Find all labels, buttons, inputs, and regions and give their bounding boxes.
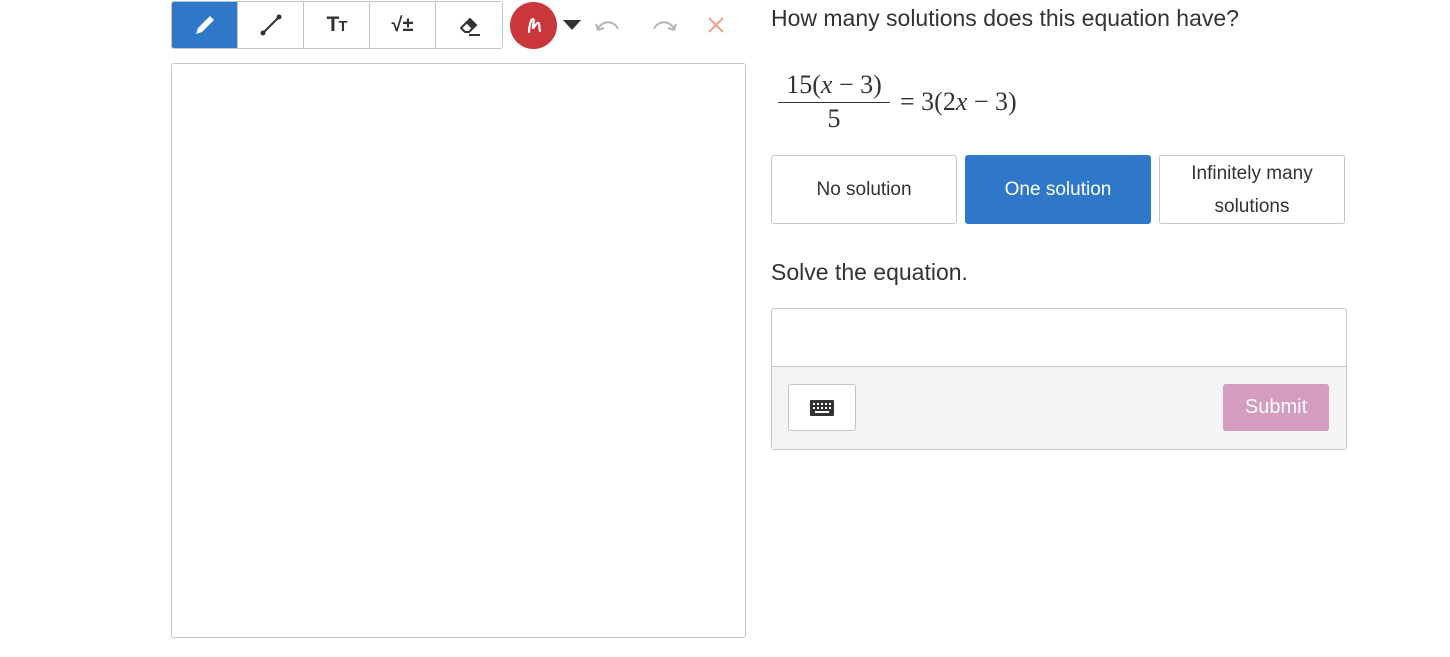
redo-icon [653, 21, 677, 32]
squiggle-icon [527, 17, 541, 34]
equation: 15(x − 3) 5 = 3(2x − 3) [778, 70, 1017, 133]
undo-button[interactable] [594, 15, 622, 35]
equation-rhs: = 3(2x − 3) [900, 86, 1017, 116]
tool-group: TT √± [171, 1, 503, 49]
undo-icon [595, 21, 619, 32]
answer-input[interactable] [772, 309, 1346, 366]
drawing-canvas[interactable] [171, 63, 746, 638]
answer-box: Submit [771, 308, 1347, 450]
redo-button[interactable] [650, 15, 678, 35]
chevron-down-icon[interactable] [563, 20, 581, 30]
drawing-toolbar: TT √± [171, 1, 726, 49]
equation-numerator: 15(x − 3) [786, 70, 882, 99]
equation-denominator: 5 [778, 102, 890, 133]
clear-button[interactable] [706, 15, 726, 35]
math-tool-button[interactable]: √± [370, 2, 436, 48]
pen-color-button[interactable] [510, 1, 557, 49]
submit-button[interactable]: Submit [1223, 384, 1329, 431]
line-icon [260, 14, 281, 36]
choice-no-solution[interactable]: No solution [771, 155, 957, 224]
pencil-icon [195, 16, 214, 34]
answer-input-wrapper [772, 309, 1346, 367]
text-tool-button[interactable]: TT [304, 2, 370, 48]
math-icon: √± [391, 13, 414, 36]
text-size-icon: TT [326, 13, 348, 36]
choice-infinitely-many-label: Infinitely many solutions [1191, 162, 1313, 217]
keyboard-icon [810, 399, 834, 416]
choice-infinitely-many[interactable]: Infinitely many solutions [1159, 155, 1345, 224]
eraser-tool-button[interactable] [436, 2, 502, 48]
close-icon [708, 17, 724, 33]
pencil-tool-button[interactable] [172, 2, 238, 48]
eraser-icon [459, 17, 480, 36]
answer-choices: No solution One solution Infinitely many… [771, 155, 1345, 224]
line-tool-button[interactable] [238, 2, 304, 48]
keyboard-button[interactable] [788, 384, 856, 431]
answer-footer: Submit [772, 367, 1346, 449]
question-text: How many solutions does this equation ha… [771, 5, 1239, 31]
solve-prompt: Solve the equation. [771, 259, 968, 285]
choice-one-solution[interactable]: One solution [965, 155, 1151, 224]
equation-fraction: 15(x − 3) 5 [778, 70, 890, 133]
